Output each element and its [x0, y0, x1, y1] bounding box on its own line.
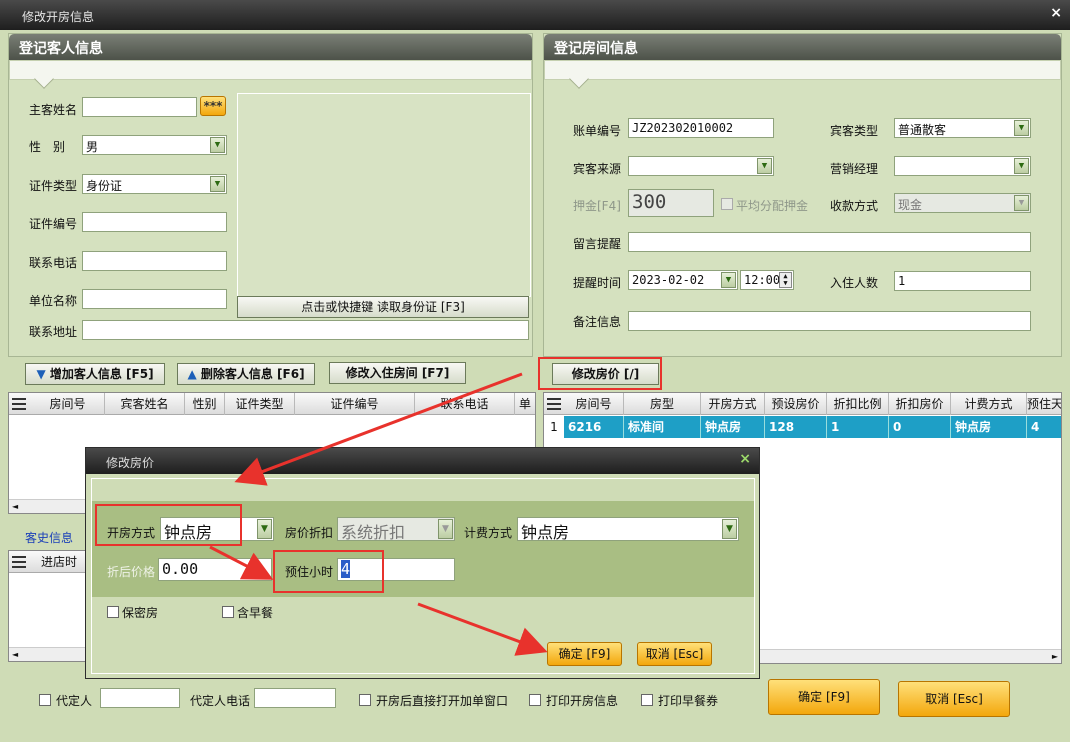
- arrow-annotation: [234, 372, 523, 486]
- annotation-arrows: [209, 372, 548, 656]
- arrow-annotation: [417, 602, 548, 656]
- arrow-annotation: [209, 545, 274, 580]
